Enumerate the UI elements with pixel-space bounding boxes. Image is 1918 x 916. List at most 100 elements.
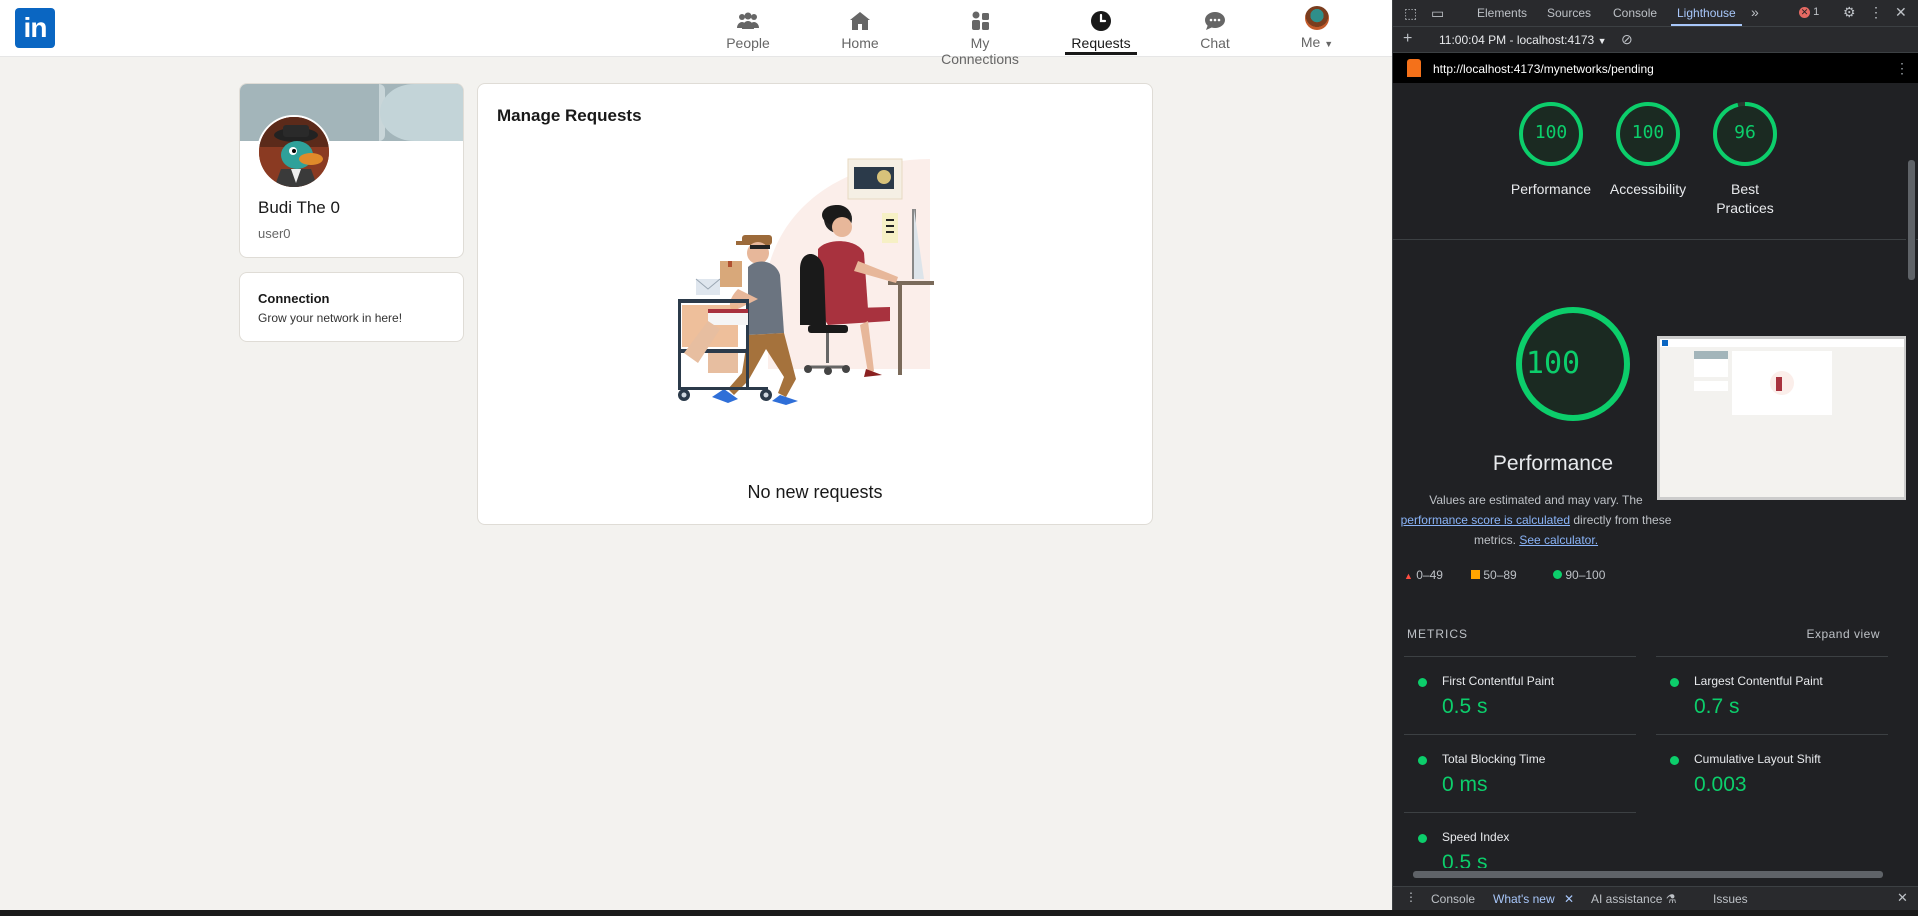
more-options-icon[interactable]: ⋮	[1869, 4, 1883, 21]
gauge-best-practices[interactable]: 96 Best Practices	[1695, 100, 1795, 218]
metric-name: Cumulative Layout Shift	[1694, 752, 1821, 766]
expand-view-button[interactable]: Expand view	[1806, 627, 1880, 641]
desktop-strip	[0, 910, 1918, 916]
report-selector[interactable]: 11:00:04 PM - localhost:4173 ▼	[1439, 33, 1606, 47]
nav-requests-label: Requests	[1071, 35, 1131, 51]
devtools-tab-bar: ⬚ ▭ Elements Sources Console Lighthouse …	[1393, 0, 1918, 27]
empty-requests-illustration	[678, 158, 934, 405]
tab-elements[interactable]: Elements	[1477, 6, 1527, 20]
gauge-label: Best Practices	[1716, 181, 1774, 216]
gauge-performance[interactable]: 100 Performance	[1501, 100, 1601, 199]
nav-my-connections-label: My Connections	[941, 35, 1019, 67]
score-calculated-link[interactable]: performance score is calculated	[1401, 513, 1570, 527]
nav-chat[interactable]: Chat	[1185, 0, 1245, 57]
linkedin-logo[interactable]: in	[15, 8, 55, 48]
metric-value: 0 ms	[1442, 773, 1488, 796]
connection-card[interactable]: Connection Grow your network in here!	[239, 272, 464, 342]
pass-dot-icon	[1418, 678, 1427, 687]
see-calculator-link[interactable]: See calculator.	[1519, 533, 1598, 547]
clock-icon	[1091, 11, 1111, 31]
pass-dot-icon	[1418, 756, 1427, 765]
legend-fail: ▲ 0–49	[1404, 568, 1443, 582]
page-preview-image	[1660, 339, 1904, 497]
nav-home[interactable]: Home	[830, 0, 890, 57]
url-menu-icon[interactable]: ⋮	[1895, 60, 1909, 77]
metric-value: 0.5 s	[1442, 695, 1488, 718]
horizontal-scrollbar[interactable]	[1403, 868, 1903, 880]
report-url: http://localhost:4173/mynetworks/pending	[1433, 62, 1654, 76]
gauge-label: Performance	[1510, 181, 1592, 197]
performance-score: 100	[1525, 346, 1581, 381]
tab-sources[interactable]: Sources	[1547, 6, 1591, 20]
manage-requests-title: Manage Requests	[497, 106, 642, 125]
drawer-menu-icon[interactable]: ⋮	[1405, 890, 1417, 904]
close-devtools-icon[interactable]: ✕	[1895, 4, 1907, 21]
gauge-accessibility[interactable]: 100 Accessibility	[1598, 100, 1698, 199]
performance-gauge-large: 100 Performance	[1453, 304, 1653, 475]
metric-value: 0.7 s	[1694, 695, 1740, 718]
plus-icon[interactable]: +	[1403, 30, 1412, 48]
connection-subtitle: Grow your network in here!	[258, 311, 403, 325]
metric-tbt: Total Blocking Time 0 ms	[1404, 734, 1636, 812]
devtools-drawer: ⋮ Console What's new ✕ AI assistance ⚗ I…	[1393, 886, 1918, 910]
metric-value: 0.5 s	[1442, 851, 1488, 868]
drawer-tab-whats-new[interactable]: What's new ✕	[1493, 892, 1574, 906]
error-icon: ✕	[1799, 7, 1810, 18]
circle-icon	[1553, 570, 1562, 579]
nav-my-connections[interactable]: My Connections	[930, 0, 1030, 67]
metric-name: Speed Index	[1442, 830, 1510, 844]
nav-home-label: Home	[841, 35, 879, 51]
flask-icon: ⚗	[1665, 892, 1677, 906]
error-count: 1	[1813, 6, 1820, 18]
clear-icon[interactable]: ⊘	[1621, 31, 1633, 48]
metrics-header: METRICS	[1407, 627, 1468, 641]
metric-name: Total Blocking Time	[1442, 752, 1546, 766]
gauge-value: 100	[1631, 122, 1665, 143]
error-badge[interactable]: ✕ 1	[1799, 6, 1819, 18]
metric-name: First Contentful Paint	[1442, 674, 1555, 688]
drawer-tab-ai-assistance[interactable]: AI assistance ⚗	[1591, 892, 1676, 906]
drawer-tab-console[interactable]: Console	[1431, 892, 1475, 906]
metric-fcp: First Contentful Paint 0.5 s	[1404, 656, 1636, 734]
manage-requests-card: Manage Requests No new requests	[477, 83, 1153, 525]
device-toolbar-icon[interactable]: ▭	[1431, 5, 1444, 22]
dropdown-arrow-icon: ▼	[1597, 36, 1607, 46]
gauge-label: Accessibility	[1609, 181, 1687, 197]
metric-cls: Cumulative Layout Shift 0.003	[1656, 734, 1888, 812]
avatar	[1305, 6, 1329, 30]
pass-dot-icon	[1418, 834, 1427, 843]
profile-avatar[interactable]	[257, 115, 331, 189]
nav-requests[interactable]: Requests	[1065, 0, 1137, 57]
report-url-bar: http://localhost:4173/mynetworks/pending…	[1393, 53, 1918, 83]
gauge-value: 100	[1534, 122, 1568, 143]
close-drawer-icon[interactable]: ✕	[1897, 890, 1908, 906]
profile-card: Budi The 0 user0	[239, 83, 464, 258]
tab-lighthouse[interactable]: Lighthouse	[1671, 6, 1742, 26]
nav-chat-label: Chat	[1200, 35, 1230, 51]
vertical-scrollbar[interactable]	[1906, 100, 1916, 860]
metric-value: 0.003	[1694, 773, 1747, 796]
metric-lcp: Largest Contentful Paint 0.7 s	[1656, 656, 1888, 734]
top-navbar: in People Home My Connections Requests C…	[0, 0, 1392, 67]
lighthouse-logo-icon	[1407, 59, 1421, 77]
chat-icon	[1205, 12, 1225, 30]
performance-note: Values are estimated and may vary. The p…	[1400, 493, 1672, 547]
metric-name: Largest Contentful Paint	[1694, 674, 1823, 688]
inspect-element-icon[interactable]: ⬚	[1404, 5, 1417, 22]
drawer-tab-issues[interactable]: Issues	[1713, 892, 1748, 906]
people-icon	[737, 12, 759, 29]
nav-people[interactable]: People	[714, 0, 782, 57]
performance-title: Performance	[1492, 452, 1614, 475]
settings-gear-icon[interactable]: ⚙	[1843, 4, 1856, 21]
nav-me[interactable]: Me ▼	[1290, 0, 1344, 57]
profile-username: user0	[258, 226, 291, 241]
devtools-panel: ⬚ ▭ Elements Sources Console Lighthouse …	[1392, 0, 1918, 910]
close-tab-icon[interactable]: ✕	[1564, 892, 1574, 906]
profile-name[interactable]: Budi The 0	[258, 198, 340, 218]
perry-avatar-image	[259, 117, 329, 187]
lighthouse-toolbar: + 11:00:04 PM - localhost:4173 ▼ ⊘	[1393, 27, 1918, 53]
more-tabs-icon[interactable]: »	[1751, 4, 1759, 20]
nav-me-label: Me ▼	[1300, 34, 1334, 50]
tab-console[interactable]: Console	[1613, 6, 1657, 20]
final-screenshot-thumbnail[interactable]	[1657, 336, 1907, 500]
